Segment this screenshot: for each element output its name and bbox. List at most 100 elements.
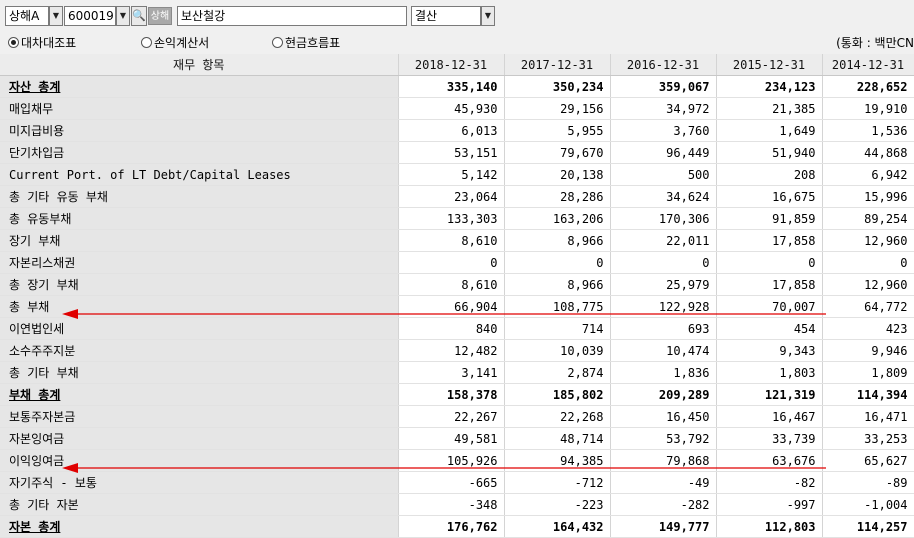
- table-row[interactable]: 이연법인세 840 714 693 454 423: [0, 317, 914, 340]
- table-row[interactable]: 자본잉여금 49,581 48,714 53,792 33,739 33,253: [0, 427, 914, 450]
- cell-value: 170,306: [610, 207, 717, 230]
- magnifier-icon[interactable]: 🔍: [131, 6, 147, 26]
- cell-value: 33,739: [716, 427, 823, 450]
- table-row[interactable]: 이익잉여금 105,926 94,385 79,868 63,676 65,627: [0, 449, 914, 472]
- row-label: Current Port. of LT Debt/Capital Leases: [0, 163, 399, 186]
- tab-label: 현금흐름표: [285, 36, 341, 50]
- row-label: 자본잉여금: [0, 427, 399, 450]
- table-row[interactable]: 총 유동부채 133,303 163,206 170,306 91,859 89,254: [0, 207, 914, 230]
- cell-value: 3,141: [398, 361, 505, 384]
- table-row[interactable]: 보통주자본금 22,267 22,268 16,450 16,467 16,471: [0, 405, 914, 428]
- tab-cash-flow[interactable]: 현금흐름표: [272, 35, 340, 51]
- row-label: 단기차입금: [0, 141, 399, 164]
- cell-value: 133,303: [398, 207, 505, 230]
- table-row[interactable]: 자산 총계 335,140 350,234 359,067 234,123 228,652: [0, 75, 914, 98]
- radio-icon[interactable]: [272, 37, 283, 48]
- cell-value: 0: [504, 251, 611, 274]
- cell-value: 1,803: [716, 361, 823, 384]
- table-row[interactable]: 매입채무 45,930 29,156 34,972 21,385 19,910: [0, 97, 914, 120]
- column-header[interactable]: 2014-12-31: [822, 54, 914, 76]
- cell-value: 89,254: [822, 207, 914, 230]
- table-row[interactable]: Current Port. of LT Debt/Capital Leases 5…: [0, 163, 914, 186]
- cell-value: 3,760: [610, 119, 717, 142]
- cell-value: -348: [398, 493, 505, 516]
- group-button[interactable]: 상해: [148, 7, 172, 25]
- cell-value: 105,926: [398, 449, 505, 472]
- company-name-field[interactable]: 보산철강: [177, 6, 407, 26]
- row-label: 이연법인세: [0, 317, 399, 340]
- table-row[interactable]: 총 기타 부채 3,141 2,874 1,836 1,803 1,809: [0, 361, 914, 384]
- cell-value: 122,928: [610, 295, 717, 318]
- cell-value: 96,449: [610, 141, 717, 164]
- tab-balance-sheet[interactable]: 대차대조표: [8, 35, 76, 51]
- cell-value: 8,966: [504, 273, 611, 296]
- cell-value: 53,792: [610, 427, 717, 450]
- table-row[interactable]: 총 부채 66,904 108,775 122,928 70,007 64,772: [0, 295, 914, 318]
- cell-value: 112,803: [716, 515, 823, 538]
- cell-value: 228,652: [822, 75, 914, 98]
- cell-value: 114,257: [822, 515, 914, 538]
- row-label: 자산 총계: [0, 75, 399, 98]
- table-row[interactable]: 자본 총계 176,762 164,432 149,777 112,803 114,257: [0, 515, 914, 538]
- column-header[interactable]: 재무 항목: [0, 54, 399, 76]
- row-label: 총 기타 자본: [0, 493, 399, 516]
- tab-label: 손익계산서: [154, 36, 210, 50]
- table-row[interactable]: 총 장기 부채 8,610 8,966 25,979 17,858 12,960: [0, 273, 914, 296]
- table-row[interactable]: 부채 총계 158,378 185,802 209,289 121,319 114,394: [0, 383, 914, 406]
- stock-code-input[interactable]: 600019: [64, 6, 116, 26]
- exchange-select[interactable]: 상해A: [5, 6, 49, 26]
- table-row[interactable]: 장기 부채 8,610 8,966 22,011 17,858 12,960: [0, 229, 914, 252]
- cell-value: 10,474: [610, 339, 717, 362]
- cell-value: 209,289: [610, 383, 717, 406]
- cell-value: 163,206: [504, 207, 611, 230]
- table-row[interactable]: 총 기타 유동 부채 23,064 28,286 34,624 16,675 15,996: [0, 185, 914, 208]
- exchange-dropdown-arrow-icon[interactable]: ▼: [49, 6, 63, 26]
- cell-value: 23,064: [398, 185, 505, 208]
- cell-value: 0: [398, 251, 505, 274]
- cell-value: -282: [610, 493, 717, 516]
- cell-value: 22,267: [398, 405, 505, 428]
- period-dropdown-arrow-icon[interactable]: ▼: [481, 6, 495, 26]
- cell-value: 500: [610, 163, 717, 186]
- period-select[interactable]: 결산: [411, 6, 481, 26]
- cell-value: 20,138: [504, 163, 611, 186]
- cell-value: 91,859: [716, 207, 823, 230]
- column-header[interactable]: 2015-12-31: [716, 54, 823, 76]
- column-header[interactable]: 2016-12-31: [610, 54, 717, 76]
- cell-value: 22,011: [610, 229, 717, 252]
- cell-value: 48,714: [504, 427, 611, 450]
- cell-value: 17,858: [716, 229, 823, 252]
- table-row[interactable]: 미지급비용 6,013 5,955 3,760 1,649 1,536: [0, 119, 914, 142]
- tab-label: 대차대조표: [21, 36, 77, 50]
- row-label: 총 기타 부채: [0, 361, 399, 384]
- column-header[interactable]: 2018-12-31: [398, 54, 505, 76]
- statement-tabs: 대차대조표 손익계산서 현금흐름표 (통화 : 백만CN: [0, 32, 914, 54]
- cell-value: 1,536: [822, 119, 914, 142]
- cell-value: 350,234: [504, 75, 611, 98]
- cell-value: 454: [716, 317, 823, 340]
- cell-value: 49,581: [398, 427, 505, 450]
- cell-value: -82: [716, 471, 823, 494]
- tab-income-statement[interactable]: 손익계산서: [141, 35, 209, 51]
- table-row[interactable]: 단기차입금 53,151 79,670 96,449 51,940 44,868: [0, 141, 914, 164]
- table-row[interactable]: 총 기타 자본 -348 -223 -282 -997 -1,004: [0, 493, 914, 516]
- table-header-row: 재무 항목 2018-12-31 2017-12-31 2016-12-31 2…: [0, 54, 914, 76]
- cell-value: 79,670: [504, 141, 611, 164]
- radio-icon[interactable]: [141, 37, 152, 48]
- column-header[interactable]: 2017-12-31: [504, 54, 611, 76]
- code-dropdown-arrow-icon[interactable]: ▼: [116, 6, 130, 26]
- cell-value: 22,268: [504, 405, 611, 428]
- row-label: 장기 부채: [0, 229, 399, 252]
- table-row[interactable]: 자본리스채권 0 0 0 0 0: [0, 251, 914, 274]
- cell-value: 1,809: [822, 361, 914, 384]
- radio-icon[interactable]: [8, 37, 19, 48]
- table-row[interactable]: 소수주주지분 12,482 10,039 10,474 9,343 9,946: [0, 339, 914, 362]
- row-label: 총 장기 부채: [0, 273, 399, 296]
- cell-value: 16,467: [716, 405, 823, 428]
- row-label: 보통주자본금: [0, 405, 399, 428]
- financial-table: 재무 항목 2018-12-31 2017-12-31 2016-12-31 2…: [0, 54, 914, 538]
- row-label: 부채 총계: [0, 383, 399, 406]
- cell-value: -1,004: [822, 493, 914, 516]
- row-label: 총 유동부채: [0, 207, 399, 230]
- table-row[interactable]: 자기주식 - 보통 -665 -712 -49 -82 -89: [0, 471, 914, 494]
